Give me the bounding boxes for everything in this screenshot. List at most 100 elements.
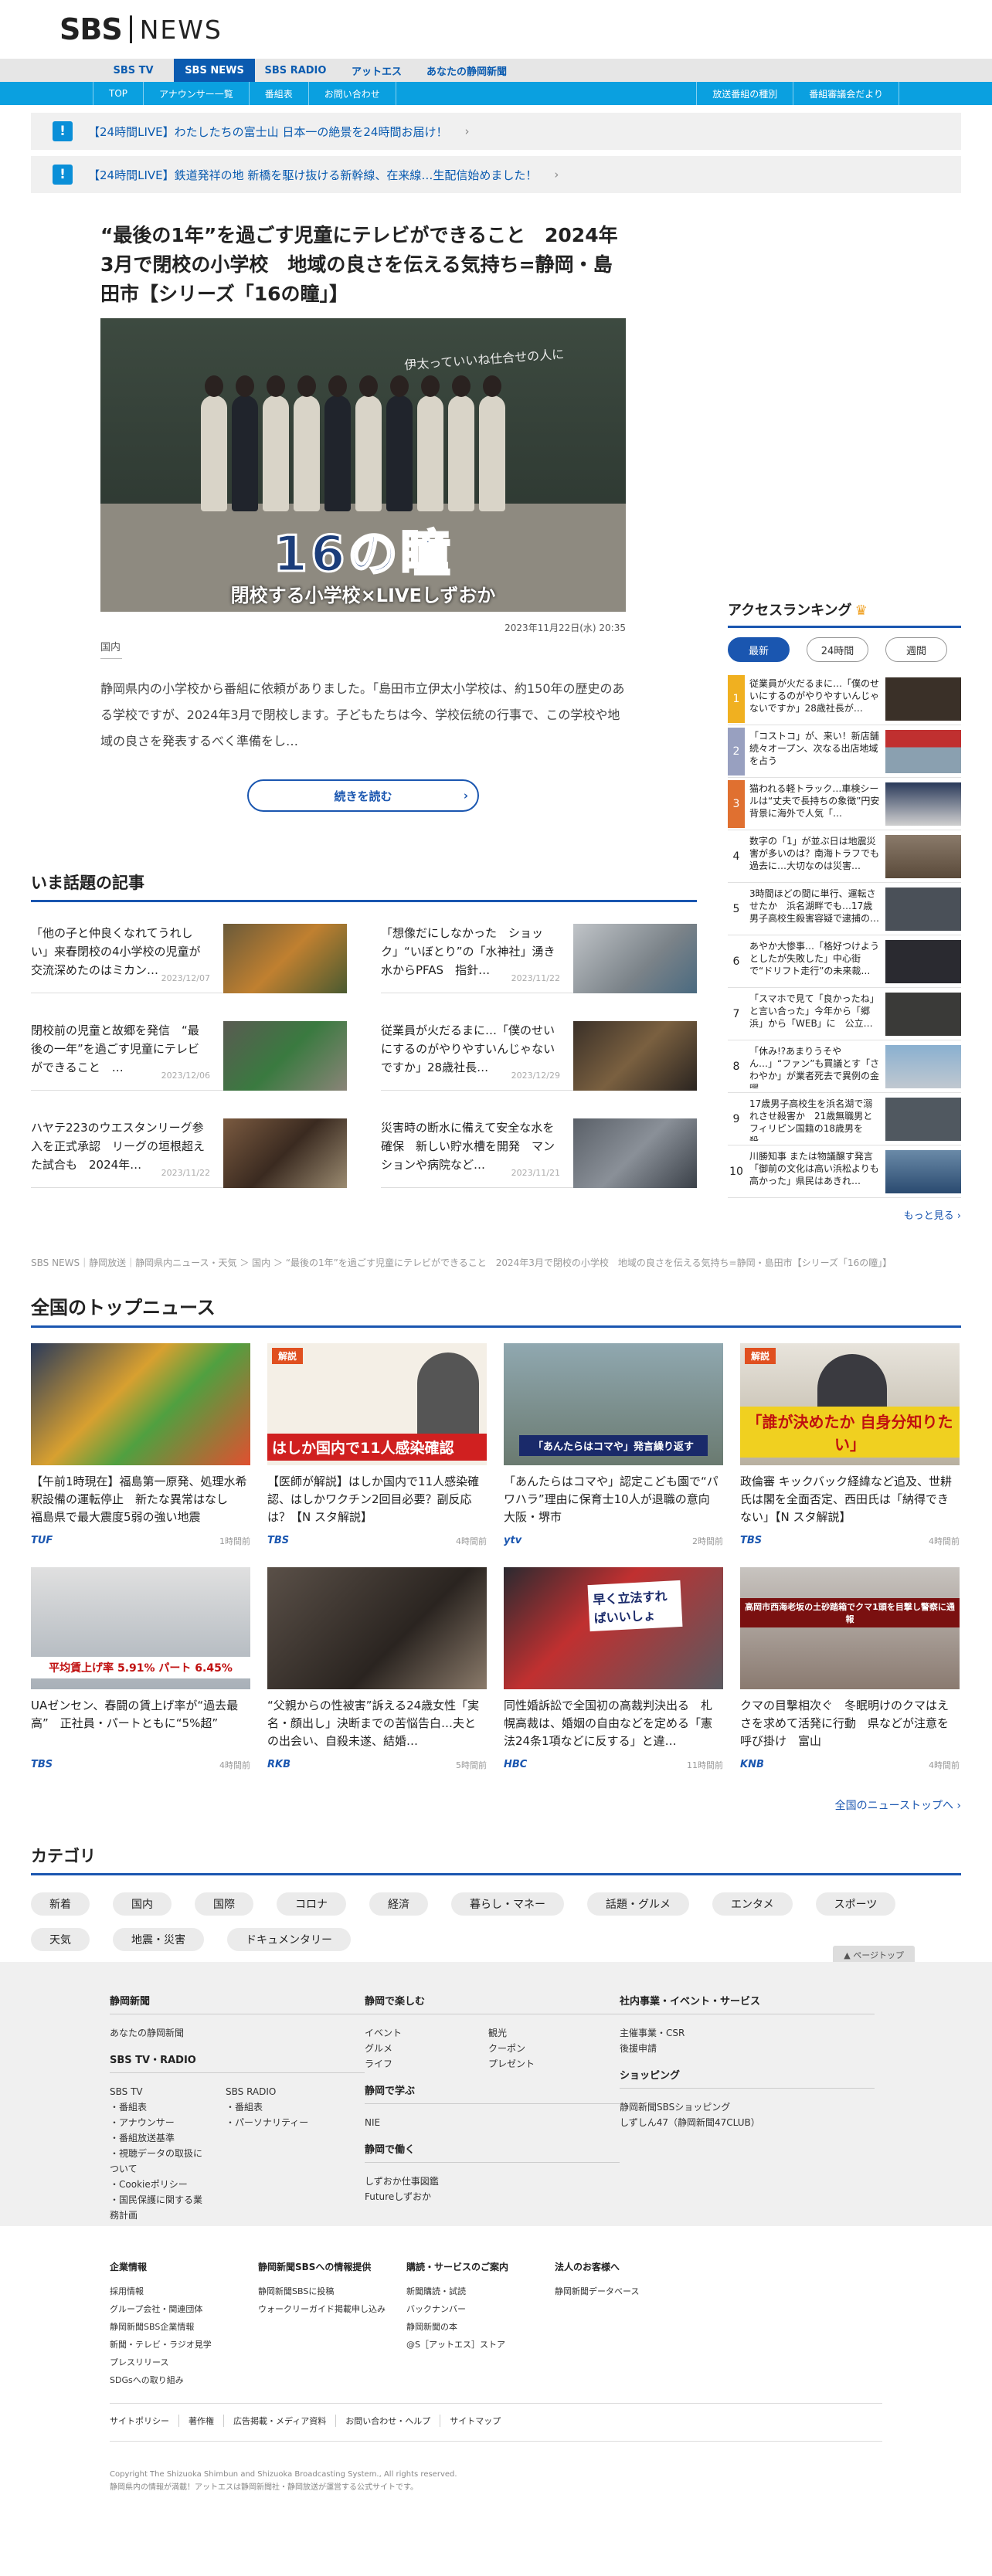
footer-link[interactable]: バックナンバー [406, 2300, 555, 2318]
nav-announcers[interactable]: アナウンサー一覧 [143, 82, 249, 105]
footer-link[interactable]: SDGsへの取り組み [110, 2371, 258, 2389]
trending-item[interactable]: 災害時の断水に備えて安全な水を確保 新しい貯水槽を開発 マンションや病院など… 2… [381, 1118, 697, 1188]
footer-link[interactable]: ウォークリーガイド掲載申し込み [258, 2300, 406, 2318]
footer-link[interactable]: 後援申請 [620, 2041, 875, 2056]
ranking-item[interactable]: 1 従業員が火だるまに…「僕のせいにするのがやりやすいんじゃないですか」28歳社長… [728, 673, 961, 725]
footer-link[interactable]: ・国民保護に関する業務計画 [110, 2192, 210, 2223]
footer-link[interactable]: ・視聴データの取扱について [110, 2146, 210, 2177]
category-chip[interactable]: 話題・グルメ [587, 1892, 689, 1916]
live-banner[interactable]: ! 【24時間LIVE】わたしたちの富士山 日本一の絶景を24時間お届け！ › [31, 113, 961, 150]
footer-link[interactable]: ライフ [365, 2056, 473, 2072]
nav-sbs-news[interactable]: SBS NEWS [174, 59, 255, 82]
ranking-item[interactable]: 7 「スマホで見て「良かったね」と言い合った」今年から「郷浜」から「WEB」に 公… [728, 988, 961, 1040]
read-more-button[interactable]: 続きを読む › [247, 779, 479, 812]
footer-subheading[interactable]: SBS RADIO [226, 2084, 308, 2099]
nav-top[interactable]: TOP [93, 82, 143, 105]
article-category[interactable]: 国内 [100, 639, 122, 659]
ranking-item[interactable]: 4 数字の「1」が並ぶ日は地震災害が多いのは？南海トラフでも過去に…大切なのは災害… [728, 830, 961, 883]
footer-link[interactable]: しずしん47（静岡新聞47CLUB） [620, 2115, 875, 2130]
footer-link[interactable]: 採用情報 [110, 2282, 258, 2300]
category-chip[interactable]: スポーツ [815, 1892, 896, 1916]
sbs-news-logo[interactable]: SBS NEWS [59, 12, 223, 46]
ranking-item[interactable]: 10 川勝知事 または物議醸す発言「御前の文化は高い浜松よりも高かった」県民はあき… [728, 1145, 961, 1198]
footer-link[interactable]: プレゼント [488, 2056, 535, 2072]
footer-link[interactable]: 静岡新聞SBSに投稿 [258, 2282, 406, 2300]
footer-link[interactable]: お問い合わせ・ヘルプ [336, 2415, 441, 2427]
nav-sbs-tv[interactable]: SBS TV [93, 59, 174, 82]
article-title[interactable]: “最後の1年”を過ごす児童にテレビができること 2024年3月で閉校の小学校 地… [100, 221, 626, 309]
footer-subheading[interactable]: SBS TV [110, 2084, 210, 2099]
footer-link[interactable]: 著作権 [179, 2415, 224, 2427]
footer-link[interactable]: 観光 [488, 2025, 535, 2041]
nav-program-types[interactable]: 放送番組の種別 [696, 82, 793, 105]
category-chip[interactable]: 国際 [195, 1892, 253, 1916]
category-chip[interactable]: 新着 [31, 1892, 90, 1916]
category-chip[interactable]: 暮らし・マネー [451, 1892, 564, 1916]
trending-item[interactable]: 「他の子と仲良くなれてうれしい」来春閉校の4小学校の児童が交流深めたのはミカン…… [31, 924, 347, 993]
news-card[interactable]: 平均賃上げ率 5.91% パート 6.45% UAゼンセン、春闘の賃上げ率が“過… [31, 1567, 250, 1791]
nav-council-news[interactable]: 番組審議会だより [793, 82, 899, 105]
trending-item[interactable]: 「想像だにしなかった ショック」“いぼとり”の「水神社」湧き水からPFAS 指針… [381, 924, 697, 993]
news-card[interactable]: 【午前1時現在】福島第一原発、処理水希釈設備の運転停止 新たな異常はなし 福島県… [31, 1343, 250, 1567]
news-card[interactable]: 高岡市西海老坂の土砂踏箱でクマ1頭を目撃し警察に通報 クマの目撃相次ぐ 冬眠明け… [740, 1567, 960, 1791]
category-chip[interactable]: 地震・災害 [113, 1928, 204, 1951]
news-card[interactable]: 解説 はしか国内で11人感染確認 【医師が解説】はしか国内で11人感染確認、はし… [267, 1343, 487, 1567]
footer-link[interactable]: ・パーソナリティー [226, 2115, 308, 2130]
ranking-item[interactable]: 2 「コストコ」が、来い！新店舗続々オープン、次なる出店地域を占う [728, 725, 961, 778]
category-chip[interactable]: エンタメ [712, 1892, 793, 1916]
tab-weekly[interactable]: 週間 [885, 637, 947, 662]
footer-link[interactable]: 広告掲載・メディア資料 [224, 2415, 337, 2427]
nav-shizuoka-shimbun[interactable]: あなたの静岡新聞 [417, 59, 516, 82]
footer-link[interactable]: クーポン [488, 2041, 535, 2056]
trending-item[interactable]: 閉校前の児童と故郷を発信 “最後の一年”を過ごす児童にテレビができること … 20… [31, 1021, 347, 1091]
footer-link[interactable]: グルメ [365, 2041, 473, 2056]
trending-item[interactable]: 従業員が火だるまに…「僕のせいにするのがやりやすいんじゃないですか」28歳社長…… [381, 1021, 697, 1091]
news-card[interactable]: “父親からの性被害”訴える24歳女性「実名・顔出し」決断までの苦悩告白…夫との出… [267, 1567, 487, 1791]
footer-link[interactable]: ・アナウンサー [110, 2115, 210, 2130]
footer-link[interactable]: NIE [365, 2115, 620, 2130]
ranking-item[interactable]: 6 あやか大惨事…「格好つけようとしたが失敗した」中心街で“ドリフト走行”の未来裁… [728, 935, 961, 988]
footer-link[interactable]: サイトポリシー [110, 2415, 179, 2427]
ranking-item[interactable]: 8 「休み!?あまりうそやん…」“ファン”も買議とす「さわやか」が業者死去で異例の… [728, 1040, 961, 1093]
nav-program-guide[interactable]: 番組表 [248, 82, 308, 105]
footer-link[interactable]: ・番組放送基準 [110, 2130, 210, 2146]
trending-item[interactable]: ハヤテ223のウエスタンリーグ参入を正式承認 リーグの垣根超えた試合も 2024… [31, 1118, 347, 1188]
footer-link[interactable]: プレスリリース [110, 2354, 258, 2371]
category-chip[interactable]: ドキュメンタリー [227, 1928, 351, 1951]
nav-contact[interactable]: お問い合わせ [307, 82, 396, 105]
footer-link[interactable]: しずおか仕事図鑑 [365, 2174, 620, 2189]
footer-link[interactable]: @S［アットエス］ストア [406, 2336, 555, 2354]
footer-link[interactable]: ・Cookieポリシー [110, 2177, 210, 2192]
footer-link[interactable]: 静岡新聞SBSショッピング [620, 2099, 875, 2115]
category-chip[interactable]: 経済 [369, 1892, 428, 1916]
live-banner[interactable]: ! 【24時間LIVE】鉄道発祥の地 新橋を駆け抜ける新幹線、在来線…生配信始め… [31, 156, 961, 193]
footer-link[interactable]: 新聞購読・試読 [406, 2282, 555, 2300]
ranking-item[interactable]: 9 17歳男子高校生を浜名湖で溺れさせ殺害か 21歳無職男とフィリピン国籍の18歳… [728, 1093, 961, 1145]
footer-link[interactable]: Futureしずおか [365, 2189, 620, 2204]
ranking-item[interactable]: 5 3時間ほどの間に単行、運転させたか 浜名湖畔でも…17歳男子高校生殺害容疑で逮… [728, 883, 961, 935]
news-card[interactable]: 早く立法すればいいしょ 同性婚訴訟で全国初の高裁判決出る 札幌高裁は、婚姻の自由… [504, 1567, 723, 1791]
footer-link[interactable]: 静岡新聞の本 [406, 2318, 555, 2336]
footer-link[interactable]: イベント [365, 2025, 473, 2041]
top-news-more-link[interactable]: 全国のニューストップへ › [31, 1797, 961, 1813]
tab-latest[interactable]: 最新 [728, 637, 790, 662]
category-chip[interactable]: 国内 [113, 1892, 172, 1916]
footer-link[interactable]: 主催事業・CSR [620, 2025, 875, 2041]
breadcrumb[interactable]: SBS NEWS｜静岡放送｜静岡県内ニュース・天気 ＞ 国内 ＞ “最後の1年”… [31, 1256, 961, 1269]
article-hero-image[interactable]: 伊太っていいね仕合せの人に 16の瞳 閉校する小学校×LIVEしずおか [100, 318, 626, 612]
ranking-item[interactable]: 3 猫われる軽トラック…車検シールは“丈夫で長持ちの象徴”円安背景に海外で人気「… [728, 778, 961, 830]
news-card[interactable]: 「あんたらはコマや」発言繰り返す 「あんたらはコマや」認定こども園で“パワハラ”… [504, 1343, 723, 1567]
category-chip[interactable]: コロナ [277, 1892, 346, 1916]
footer-link[interactable]: あなたの静岡新聞 [110, 2025, 365, 2041]
footer-link[interactable]: ・番組表 [226, 2099, 308, 2115]
footer-link[interactable]: ・番組表 [110, 2099, 210, 2115]
footer-link[interactable]: グループ会社・関連団体 [110, 2300, 258, 2318]
footer-link[interactable]: 静岡新聞SBS企業情報 [110, 2318, 258, 2336]
footer-link[interactable]: 新聞・テレビ・ラジオ見学 [110, 2336, 258, 2354]
news-card[interactable]: 解説 「誰が決めたか 自身分知りたい」 政倫審 キックバック経緯など追及、世耕氏… [740, 1343, 960, 1567]
category-chip[interactable]: 天気 [31, 1928, 90, 1951]
nav-at-s[interactable]: アットエス [336, 59, 417, 82]
footer-link[interactable]: サイトマップ [440, 2415, 510, 2427]
footer-link[interactable]: 静岡新聞データベース [555, 2282, 703, 2300]
tab-24h[interactable]: 24時間 [807, 637, 868, 662]
